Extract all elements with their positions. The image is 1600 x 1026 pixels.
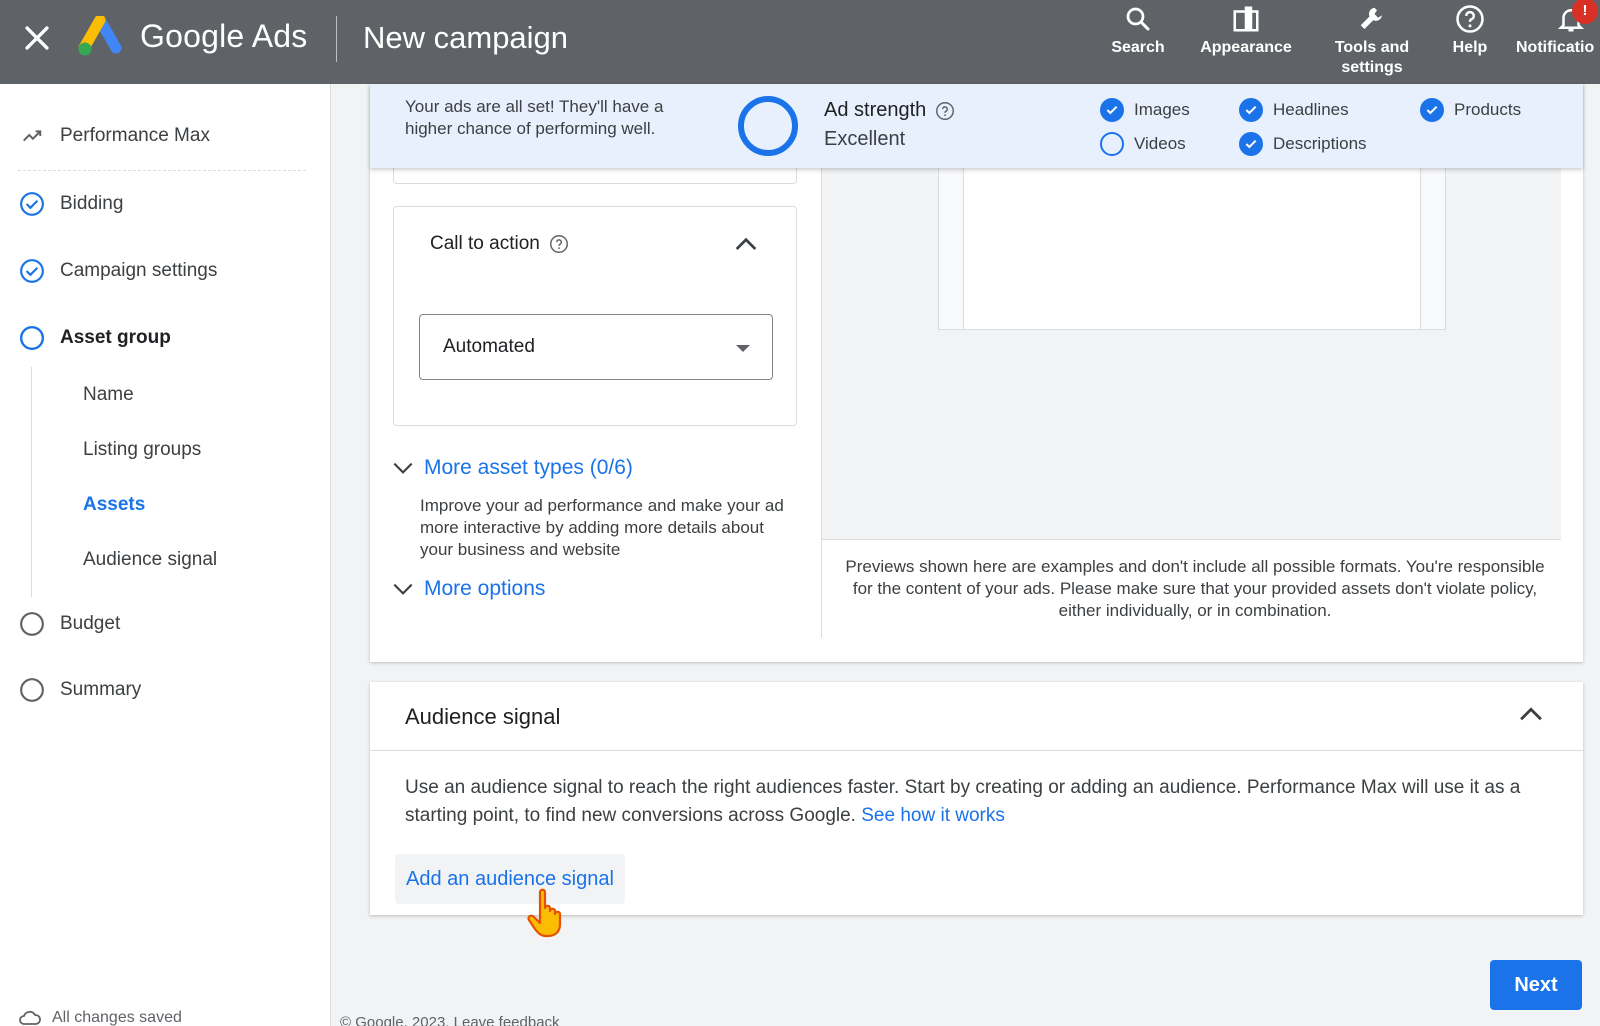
ad-strength-label: Ad strength <box>824 99 927 121</box>
ad-strength-title: Ad strength <box>824 99 956 122</box>
chevron-up-icon[interactable] <box>1514 698 1548 732</box>
audience-signal-title: Audience signal <box>405 704 561 729</box>
more-options-label: More options <box>424 577 546 600</box>
call-to-action-section: Call to action Automated <box>393 206 797 426</box>
chevron-down-icon <box>393 462 413 474</box>
next-button[interactable]: Next <box>1490 960 1582 1010</box>
check-empty-icon <box>1100 132 1124 156</box>
nav-help[interactable]: Help <box>1440 4 1500 58</box>
device-preview-frame <box>938 168 1446 330</box>
sidebar-subitem-audience-signal[interactable]: Audience signal <box>83 549 217 571</box>
strength-check-label: Videos <box>1134 134 1186 153</box>
more-options-toggle[interactable]: More options <box>390 576 545 602</box>
preview-disclaimer: Previews shown here are examples and don… <box>845 557 1545 620</box>
cloud-icon <box>19 1010 41 1025</box>
help-icon <box>1456 5 1484 33</box>
check-circle-icon <box>17 256 47 286</box>
device-preview-screen <box>963 168 1421 329</box>
ad-strength-ring <box>738 96 798 156</box>
nav-appearance[interactable]: Appearance <box>1192 4 1300 58</box>
strength-check-descriptions: Descriptions <box>1239 132 1367 156</box>
google-ads-logo <box>78 16 122 56</box>
nav-help-label: Help <box>1452 39 1488 56</box>
circle-icon <box>17 609 47 639</box>
help-outline-icon[interactable] <box>548 233 570 255</box>
sidebar-item-campaign-settings[interactable]: Campaign settings <box>0 247 330 295</box>
strength-check-label: Descriptions <box>1273 134 1367 153</box>
audience-signal-divider <box>370 750 1583 751</box>
sidebar-subitem-listing-groups[interactable]: Listing groups <box>83 439 201 461</box>
dropdown-arrow-icon <box>736 345 750 352</box>
ad-preview-area <box>822 168 1561 540</box>
strength-check-images: Images <box>1100 98 1190 122</box>
sidebar-divider <box>18 170 306 171</box>
circle-icon <box>17 675 47 705</box>
performance-icon <box>17 121 47 151</box>
hand-cursor-icon <box>527 888 562 938</box>
nav-search[interactable]: Search <box>1096 4 1180 58</box>
strength-check-videos: Videos <box>1100 132 1186 156</box>
see-how-it-works-link[interactable]: See how it works <box>861 805 1005 826</box>
call-to-action-title: Call to action <box>430 233 570 255</box>
sidebar-item-bidding[interactable]: Bidding <box>0 180 330 228</box>
sidebar-item-budget[interactable]: Budget <box>0 600 330 648</box>
page-title: New campaign <box>363 20 569 55</box>
sidebar-item-asset-group[interactable]: Asset group <box>0 314 330 362</box>
ad-strength-value: Excellent <box>824 128 906 150</box>
check-filled-icon <box>1239 132 1263 156</box>
strength-check-label: Products <box>1454 100 1522 119</box>
nav-appearance-label: Appearance <box>1200 39 1292 56</box>
check-circle-icon <box>17 189 47 219</box>
strength-check-label: Headlines <box>1273 100 1349 119</box>
audience-signal-description-block: Use an audience signal to reach the righ… <box>405 774 1555 830</box>
nav-tools[interactable]: Tools and settings <box>1318 4 1426 78</box>
nav-tools-label: Tools and settings <box>1334 39 1410 76</box>
audience-signal-card: Audience signal Use an audience signal t… <box>370 682 1583 915</box>
top-app-bar: Google Ads New campaign Search Appearanc… <box>0 0 1600 84</box>
chevron-down-icon <box>393 583 413 595</box>
strength-check-headlines: Headlines <box>1239 98 1349 122</box>
sidebar-item-label: Asset group <box>60 327 171 348</box>
ad-strength-message: Your ads are all set! They'll have a hig… <box>405 97 664 138</box>
nav-search-label: Search <box>1111 39 1165 56</box>
header-divider <box>336 16 337 62</box>
more-asset-types-description: Improve your ad performance and make you… <box>420 496 784 559</box>
sidebar-item-performance-max[interactable]: Performance Max <box>0 112 330 160</box>
saved-status-label: All changes saved <box>52 1009 182 1026</box>
sidebar-item-label: Summary <box>60 679 142 700</box>
search-icon <box>1126 7 1150 31</box>
appearance-icon <box>1233 6 1259 32</box>
brand-name: Google Ads <box>140 18 308 54</box>
check-filled-icon <box>1420 98 1444 122</box>
sidebar-item-label: Campaign settings <box>60 260 218 281</box>
check-filled-icon <box>1239 98 1263 122</box>
sidebar-item-label: Budget <box>60 613 121 634</box>
call-to-action-label: Call to action <box>430 233 540 254</box>
add-audience-signal-button[interactable]: Add an audience signal <box>395 854 625 904</box>
sidebar-subitem-name[interactable]: Name <box>83 384 134 406</box>
call-to-action-value: Automated <box>443 336 535 357</box>
strength-check-products: Products <box>1420 98 1521 122</box>
circle-icon <box>17 323 47 353</box>
more-asset-types-toggle[interactable]: More asset types (0/6) <box>390 455 633 481</box>
ad-strength-bar: Your ads are all set! They'll have a hig… <box>370 84 1583 168</box>
close-icon[interactable] <box>20 21 54 55</box>
wrench-icon <box>1360 7 1382 29</box>
sidebar-subnav-line <box>31 367 32 597</box>
sidebar: Performance Max Bidding Campaign setting… <box>0 84 331 1026</box>
saved-status: All changes saved <box>18 1008 182 1026</box>
chevron-up-icon[interactable] <box>730 229 762 261</box>
strength-check-label: Images <box>1134 100 1190 119</box>
sidebar-subitem-assets[interactable]: Assets <box>83 494 145 516</box>
sidebar-item-summary[interactable]: Summary <box>0 666 330 714</box>
footer-copyright: © Google, 2023. Leave feedback <box>340 1014 560 1026</box>
call-to-action-select[interactable]: Automated <box>419 314 773 380</box>
sidebar-item-label: Performance Max <box>60 125 210 146</box>
check-filled-icon <box>1100 98 1124 122</box>
nav-notifications-label: Notificatio <box>1516 39 1595 56</box>
more-asset-types-label: More asset types (0/6) <box>424 456 633 479</box>
help-outline-icon[interactable] <box>934 100 956 122</box>
sidebar-item-label: Bidding <box>60 193 124 214</box>
